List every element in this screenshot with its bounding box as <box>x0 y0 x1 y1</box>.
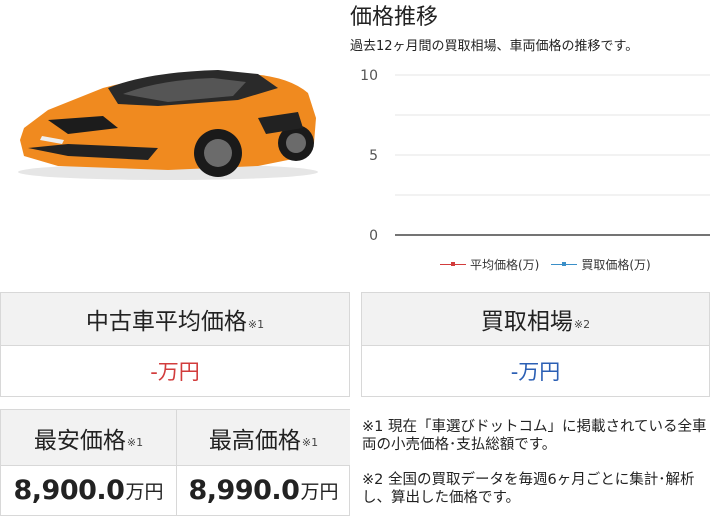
min-price-value: 8,900.0 万円 <box>1 466 176 515</box>
min-price-number: 8,900.0 <box>13 475 125 506</box>
car-image <box>18 70 318 180</box>
buy-price-value: -万円 <box>510 360 561 384</box>
avg-price-box: 中古車平均価格 ※1 -万円 <box>0 292 350 397</box>
buy-price-header: 買取相場 ※2 <box>362 293 709 346</box>
price-trend-chart: 10 5 0 <box>360 68 710 244</box>
avg-price-label: 中古車平均価格 <box>85 309 247 335</box>
max-price-header: 最高価格 ※1 <box>177 410 350 466</box>
chart-title: 価格推移 <box>350 5 439 30</box>
legend-item-buy[interactable]: 買取価格(万) <box>551 256 651 273</box>
legend-item-avg[interactable]: 平均価格(万) <box>440 256 539 273</box>
legend-line-buy-icon <box>551 262 578 266</box>
buy-price-box: 買取相場 ※2 -万円 <box>361 292 710 397</box>
avg-price-value: -万円 <box>150 360 200 384</box>
buy-price-label: 買取相場 <box>480 309 573 335</box>
max-price-value: 8,990.0 万円 <box>177 466 350 515</box>
footnote-2: ※2 全国の買取データを毎週6ヶ月ごとに集計･解析し、算出した価格です。 <box>362 472 695 506</box>
avg-price-note-ref: ※1 <box>247 317 265 331</box>
min-price-label: 最安価格 <box>33 427 126 454</box>
footnote-1: ※1 現在「車選びドットコム」に掲載されている全車両の小売価格･支払総額です。 <box>362 419 707 453</box>
avg-price-header: 中古車平均価格 ※1 <box>1 293 349 346</box>
max-price-number: 8,990.0 <box>188 475 300 506</box>
chart-subtitle: 過去12ヶ月間の買取相場、車両価格の推移です。 <box>350 39 639 54</box>
y-tick-label: 5 <box>369 148 378 164</box>
min-price-note-ref: ※1 <box>126 436 144 449</box>
legend-label-buy: 買取価格(万) <box>581 258 651 272</box>
legend-line-avg-icon <box>440 262 466 266</box>
min-max-price-table: 最安価格 ※1 8,900.0 万円 最高価格 ※1 8,990.0 万円 <box>0 409 350 516</box>
max-price-column: 最高価格 ※1 8,990.0 万円 <box>176 410 350 515</box>
min-price-header: 最安価格 ※1 <box>1 410 176 466</box>
max-price-label: 最高価格 <box>208 427 301 454</box>
max-price-unit: 万円 <box>300 481 339 503</box>
y-tick-label: 0 <box>369 228 378 244</box>
min-price-column: 最安価格 ※1 8,900.0 万円 <box>1 410 176 515</box>
max-price-note-ref: ※1 <box>301 436 319 449</box>
y-tick-label: 10 <box>360 68 378 84</box>
legend-label-avg: 平均価格(万) <box>470 258 540 272</box>
chart-legend: 平均価格(万) 買取価格(万) <box>440 256 651 273</box>
min-price-unit: 万円 <box>125 481 164 503</box>
buy-price-note-ref: ※2 <box>573 317 591 331</box>
